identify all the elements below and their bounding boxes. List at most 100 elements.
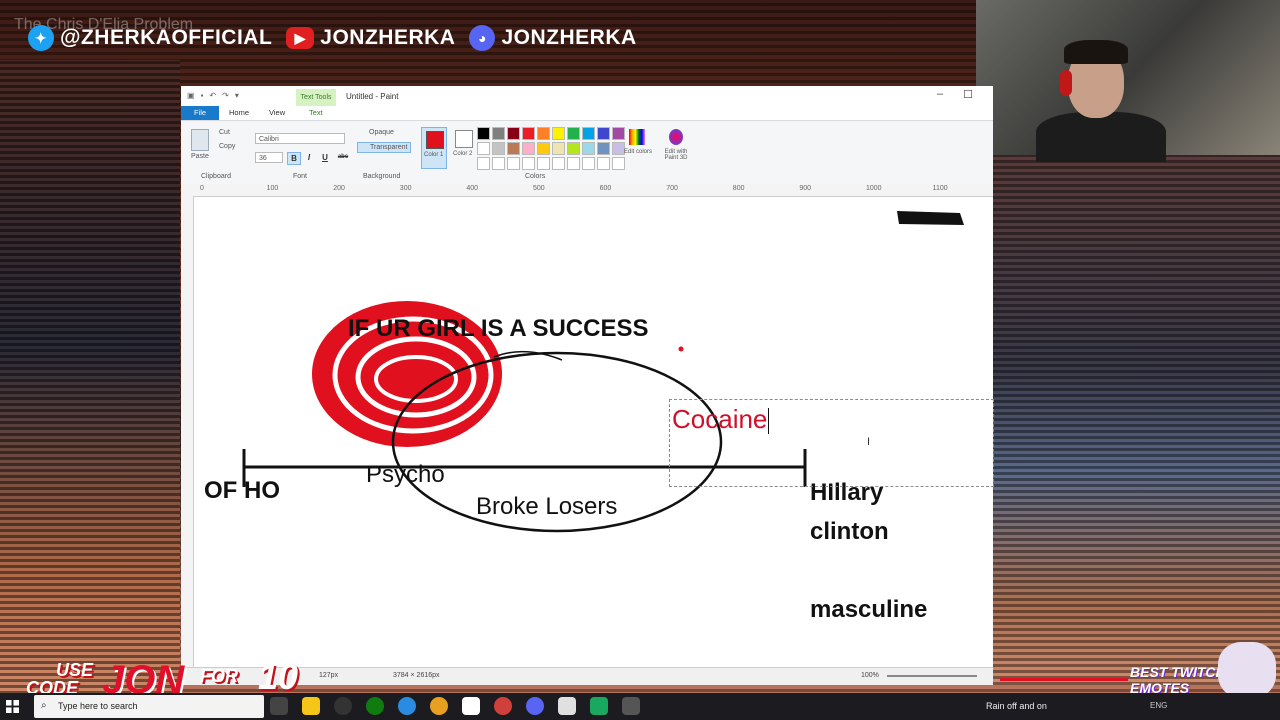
paste-button[interactable]: Paste: [191, 153, 209, 160]
paint3d-icon[interactable]: [669, 129, 683, 145]
context-tab-text-tools: Text Tools: [296, 89, 336, 106]
color1-label: Color 1: [424, 152, 444, 158]
minimize-button[interactable]: –: [937, 88, 943, 101]
opaque-option[interactable]: Opaque: [357, 129, 394, 136]
text-caret: [768, 408, 770, 435]
color2-label: Color 2: [453, 151, 473, 157]
palette-swatch[interactable]: [477, 157, 490, 170]
headset-icon: [1060, 70, 1072, 96]
tab-file[interactable]: File: [181, 106, 219, 120]
color1-swatch: [426, 131, 444, 149]
black-smear: [897, 211, 964, 225]
color1-button[interactable]: Color 1: [421, 127, 447, 169]
ruler-tick-label: 200: [333, 185, 345, 192]
palette-swatch[interactable]: [612, 157, 625, 170]
palette-swatch[interactable]: [567, 127, 580, 140]
masculine-label: masculine: [810, 596, 928, 623]
snipping-tool-icon[interactable]: [558, 697, 576, 715]
palette-swatch[interactable]: [582, 127, 595, 140]
palette-swatch[interactable]: [492, 142, 505, 155]
palette-swatch[interactable]: [552, 157, 565, 170]
twitter-handle: @ZHERKAOFFICIAL: [60, 26, 273, 49]
palette-swatch[interactable]: [507, 142, 520, 155]
group-label-font: Font: [293, 173, 308, 180]
underline-button[interactable]: U: [319, 152, 331, 163]
undo-icon[interactable]: ↶: [209, 91, 216, 100]
palette-swatch[interactable]: [537, 142, 550, 155]
palette-swatch[interactable]: [522, 127, 535, 140]
edit-colors-icon[interactable]: [629, 129, 645, 145]
edge-icon[interactable]: [398, 697, 416, 715]
bold-button[interactable]: B: [287, 152, 301, 165]
taskbar-search[interactable]: ⌕ Type here to search: [34, 695, 264, 718]
left-label: OF HO: [204, 477, 280, 504]
palette-swatch[interactable]: [507, 127, 520, 140]
color-palette: [477, 127, 625, 170]
chrome-alt-icon[interactable]: [494, 697, 512, 715]
zoom-slider[interactable]: [887, 675, 977, 677]
italic-button[interactable]: I: [303, 152, 315, 163]
palette-swatch[interactable]: [492, 157, 505, 170]
palette-swatch[interactable]: [582, 142, 595, 155]
paint-window: ▣ ▪ ↶ ↷ ▾ Text Tools Untitled - Paint – …: [181, 86, 994, 685]
palette-swatch[interactable]: [597, 127, 610, 140]
palette-swatch[interactable]: [492, 127, 505, 140]
tab-home[interactable]: Home: [229, 108, 249, 117]
chrome-icon[interactable]: [430, 697, 448, 715]
windows-start-icon[interactable]: [6, 700, 19, 713]
paint-taskbar-icon[interactable]: [622, 697, 640, 715]
palette-swatch[interactable]: [597, 142, 610, 155]
palette-swatch[interactable]: [477, 127, 490, 140]
chevron-down-icon[interactable]: ▾: [235, 91, 239, 100]
color2-swatch: [455, 130, 473, 148]
palette-swatch[interactable]: [477, 142, 490, 155]
tab-text[interactable]: Text: [309, 108, 323, 117]
ruler-tick-label: 600: [599, 185, 612, 192]
task-view-icon[interactable]: [270, 697, 288, 715]
palette-swatch[interactable]: [582, 157, 595, 170]
color2-button[interactable]: Color 2: [451, 127, 477, 169]
palette-swatch[interactable]: [612, 127, 625, 140]
edit-colors-button[interactable]: Edit colors: [623, 149, 653, 155]
palette-swatch[interactable]: [507, 157, 520, 170]
weather-status[interactable]: Rain off and on: [986, 701, 1047, 711]
notepad-icon[interactable]: [462, 697, 480, 715]
paste-icon[interactable]: [191, 129, 209, 151]
paint3d-button[interactable]: Edit with Paint 3D: [657, 149, 695, 161]
language-indicator[interactable]: ENG: [1150, 701, 1167, 710]
palette-swatch[interactable]: [537, 157, 550, 170]
palette-swatch[interactable]: [537, 127, 550, 140]
window-title: Untitled - Paint: [346, 92, 399, 101]
font-family-select[interactable]: Calibri: [255, 133, 345, 144]
twitter-icon: ✦: [28, 25, 54, 51]
palette-swatch[interactable]: [552, 142, 565, 155]
file-explorer-icon[interactable]: [302, 697, 320, 715]
text-box-content[interactable]: Cocaine: [672, 404, 770, 435]
palette-swatch[interactable]: [567, 157, 580, 170]
palette-swatch[interactable]: [522, 142, 535, 155]
social-handles: ✦ @ZHERKAOFFICIAL ▶ JONZHERKA ◕ JONZHERK…: [28, 24, 645, 52]
palette-swatch[interactable]: [522, 157, 535, 170]
tab-view[interactable]: View: [269, 108, 285, 117]
transparent-option[interactable]: Transparent: [357, 142, 412, 153]
maximize-button[interactable]: ☐: [963, 88, 973, 101]
redo-icon[interactable]: ↷: [222, 91, 229, 100]
palette-swatch[interactable]: [552, 127, 565, 140]
xbox-icon[interactable]: [366, 697, 384, 715]
ruler-tick-label: 300: [399, 185, 412, 192]
cut-button[interactable]: Cut: [219, 129, 230, 136]
ruler-tick-label: 1100: [932, 185, 948, 192]
4k-app-icon[interactable]: [334, 697, 352, 715]
strikethrough-button[interactable]: abc: [335, 152, 351, 163]
canvas-heading: IF UR GIRL IS A SUCCESS: [348, 315, 649, 342]
save-icon[interactable]: ▪: [201, 91, 204, 100]
discord-taskbar-icon[interactable]: [526, 697, 544, 715]
palette-swatch[interactable]: [567, 142, 580, 155]
webcam-overlay: [976, 0, 1280, 162]
copy-button[interactable]: Copy: [219, 143, 235, 150]
green-app-icon[interactable]: [590, 697, 608, 715]
drawing-canvas[interactable]: IF UR GIRL IS A SUCCESS OF HO Psycho Bro…: [194, 197, 994, 667]
font-size-select[interactable]: 36: [255, 152, 283, 163]
active-text-box[interactable]: Cocaine I: [669, 399, 994, 487]
palette-swatch[interactable]: [597, 157, 610, 170]
